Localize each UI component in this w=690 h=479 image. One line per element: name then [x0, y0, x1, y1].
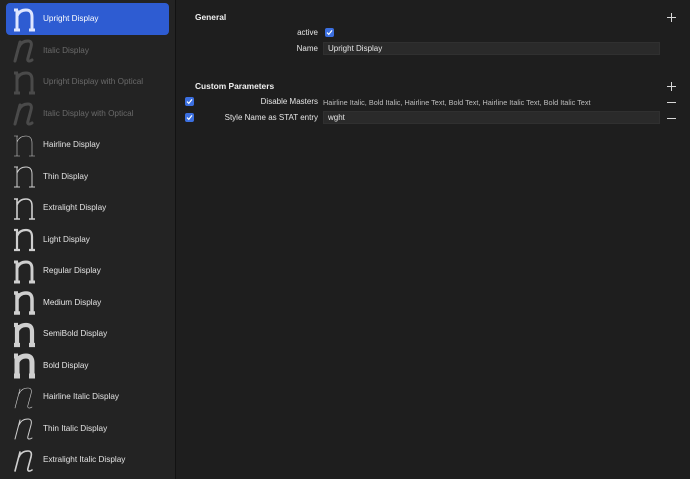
- n-italic-glyph-icon: [12, 383, 38, 411]
- sidebar-instance-item[interactable]: Italic Display: [6, 35, 169, 67]
- glyph-preview-icon: [14, 135, 35, 157]
- glyph-preview-icon: [14, 71, 35, 95]
- instance-label: Upright Display with Optical: [43, 77, 144, 87]
- instances-window: Upright Display Italic Display Upright Dis…: [0, 0, 690, 479]
- glyph-preview-icon: [14, 418, 33, 440]
- glyph-preview-icon: [14, 8, 35, 32]
- n-glyph-icon: [12, 320, 38, 348]
- checkmark-icon: [186, 115, 193, 121]
- sidebar-instance-item[interactable]: Hairline Display: [6, 129, 169, 161]
- instance-label: Hairline Display: [43, 140, 100, 150]
- n-glyph-icon: [12, 257, 38, 285]
- instance-label: SemiBold Display: [43, 329, 108, 339]
- instance-settings-panel: General active Name Upright Display Cust…: [176, 0, 690, 479]
- glyph-preview-icon: [14, 291, 35, 315]
- checkmark-icon: [326, 30, 333, 36]
- glyph-preview-icon: [14, 229, 35, 252]
- sidebar-instance-item[interactable]: Bold Display: [6, 350, 169, 382]
- glyph-preview-icon: [14, 322, 35, 347]
- general-section-title: General: [195, 12, 227, 22]
- instance-label: Extralight Display: [43, 203, 107, 213]
- n-glyph-icon: [12, 68, 38, 96]
- instance-label: Italic Display: [43, 45, 89, 55]
- glyph-preview-icon: [13, 39, 34, 63]
- glyph-preview-icon: [14, 260, 35, 284]
- n-glyph-icon: [12, 288, 38, 316]
- glyph-preview-icon: [14, 353, 35, 379]
- instance-label: Light Display: [43, 234, 90, 244]
- name-field[interactable]: Upright Display: [323, 42, 660, 55]
- sidebar-instance-item[interactable]: Hairline Italic Display: [6, 381, 169, 413]
- sidebar-instance-item[interactable]: Italic Display with Optical: [6, 98, 169, 130]
- instance-label: Regular Display: [43, 266, 101, 276]
- sidebar-instance-item[interactable]: Medium Display: [6, 287, 169, 319]
- sidebar-instance-item[interactable]: Extralight Italic Display: [6, 444, 169, 476]
- remove-parameter-button[interactable]: [667, 113, 677, 123]
- sidebar-instance-item[interactable]: Light Display: [6, 224, 169, 256]
- name-label: Name: [296, 44, 318, 53]
- sidebar-instance-item[interactable]: Regular Display: [6, 255, 169, 287]
- glyph-preview-icon: [14, 166, 35, 188]
- checkmark-icon: [186, 99, 193, 105]
- custom-parameters-title: Custom Parameters: [195, 81, 275, 91]
- sidebar-instance-item[interactable]: Thin Display: [6, 161, 169, 193]
- active-label: active: [297, 28, 318, 37]
- instance-label: Upright Display: [43, 14, 99, 24]
- remove-parameter-button[interactable]: [667, 97, 677, 107]
- parameter-name: Style Name as STAT entry: [224, 113, 318, 122]
- instance-label: Thin Display: [43, 171, 89, 181]
- n-glyph-icon: [12, 131, 38, 159]
- instance-label: Bold Display: [43, 360, 89, 370]
- parameter-value-field[interactable]: wght: [323, 111, 660, 124]
- parameter-name: Disable Masters: [260, 97, 318, 106]
- instance-label: Thin Italic Display: [43, 423, 108, 433]
- general-add-button[interactable]: [667, 12, 677, 22]
- glyph-preview-icon: [14, 197, 35, 220]
- sidebar-instance-item[interactable]: Upright Display with Optical: [6, 66, 169, 98]
- instance-label: Hairline Italic Display: [43, 392, 119, 402]
- n-italic-glyph-icon: [12, 99, 38, 127]
- n-glyph-icon: [12, 162, 38, 190]
- glyph-preview-icon: [14, 387, 33, 409]
- sidebar-instance-item[interactable]: Thin Italic Display: [6, 413, 169, 445]
- n-italic-glyph-icon: [12, 446, 38, 474]
- active-checkbox[interactable]: [325, 28, 334, 37]
- disable-masters-checkbox[interactable]: [185, 97, 194, 106]
- instances-sidebar: Upright Display Italic Display Upright Dis…: [0, 0, 176, 479]
- style-name-stat-checkbox[interactable]: [185, 113, 194, 122]
- sidebar-instance-item[interactable]: SemiBold Display: [6, 318, 169, 350]
- n-glyph-icon: [12, 351, 38, 379]
- n-italic-glyph-icon: [12, 414, 38, 442]
- sidebar-instance-item[interactable]: Upright Display: [6, 3, 169, 35]
- n-italic-glyph-icon: [12, 36, 38, 64]
- n-glyph-icon: [12, 5, 38, 33]
- n-glyph-icon: [12, 194, 38, 222]
- instance-label: Medium Display: [43, 297, 102, 307]
- n-glyph-icon: [12, 225, 38, 253]
- glyph-preview-icon: [14, 449, 33, 472]
- glyph-preview-icon: [13, 102, 34, 126]
- parameter-value[interactable]: Hairline Italic, Bold Italic, Hairline T…: [323, 98, 591, 107]
- add-parameter-button[interactable]: [667, 81, 677, 91]
- instance-label: Italic Display with Optical: [43, 108, 134, 118]
- instance-label: Extralight Italic Display: [43, 455, 126, 465]
- sidebar-instance-item[interactable]: Extralight Display: [6, 192, 169, 224]
